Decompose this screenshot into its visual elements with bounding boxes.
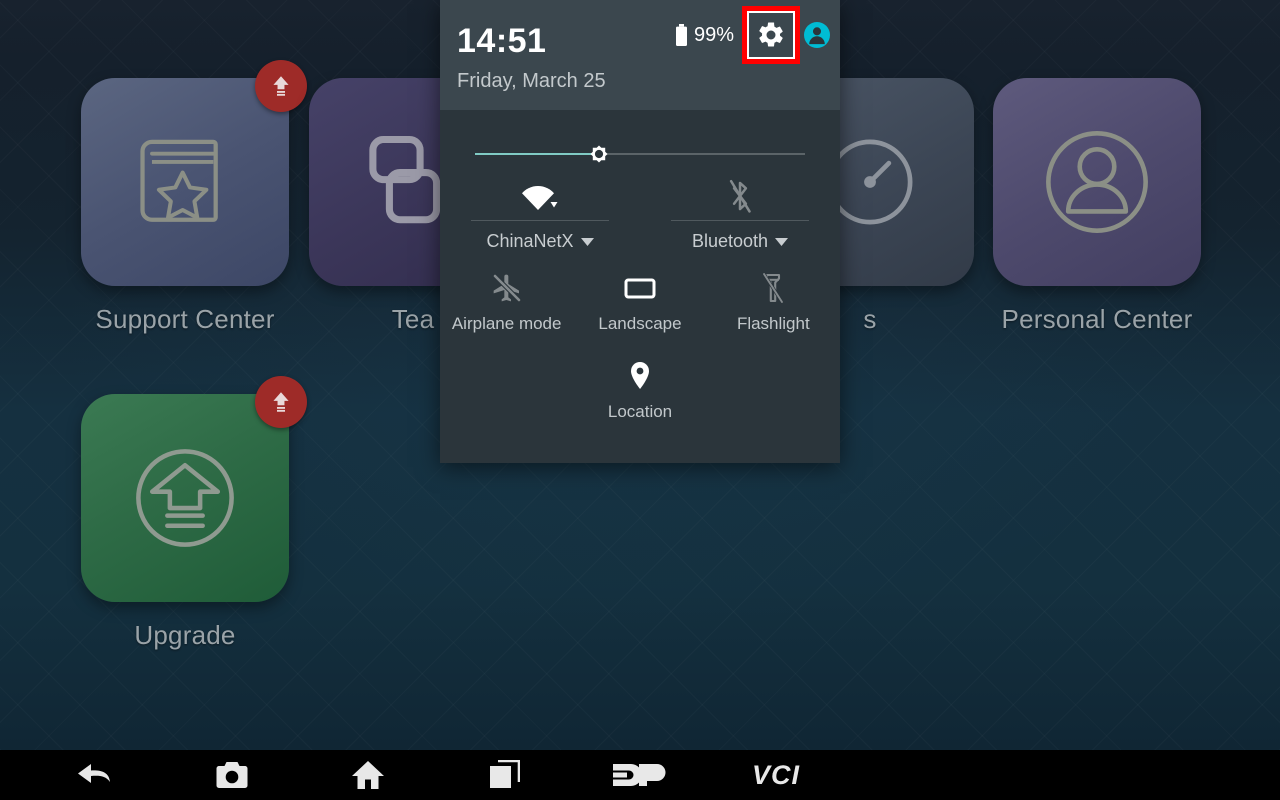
- brightness-thumb[interactable]: [587, 142, 611, 166]
- toggle-wifi-label: ChinaNetX: [486, 231, 574, 251]
- nav-recents-button[interactable]: [436, 750, 572, 800]
- app-icon-upgrade[interactable]: Upgrade: [70, 376, 307, 651]
- landscape-icon-wrap: [573, 270, 706, 306]
- back-arrow-icon: [78, 764, 110, 783]
- system-navigation-bar: VCI: [0, 750, 1280, 800]
- user-avatar-icon: [804, 22, 830, 48]
- toggle-flashlight[interactable]: Flashlight: [707, 270, 840, 342]
- dp-logo[interactable]: [572, 750, 708, 800]
- clock-time: 14:51: [457, 22, 547, 60]
- book-star-icon: [140, 139, 218, 222]
- location-icon-wrap: [440, 358, 840, 394]
- battery-status: 99%: [675, 24, 734, 47]
- nav-home-button[interactable]: [300, 750, 436, 800]
- toggle-landscape[interactable]: Landscape: [573, 270, 706, 342]
- toggle-location[interactable]: Location: [440, 358, 840, 430]
- brightness-fill: [475, 153, 599, 155]
- nav-screenshot-button[interactable]: [164, 750, 300, 800]
- toggle-airplane-mode[interactable]: Airplane mode: [440, 270, 573, 342]
- toggle-bluetooth[interactable]: Bluetooth: [640, 172, 840, 257]
- vci-logo[interactable]: VCI: [708, 750, 844, 800]
- airplane-off-icon: [492, 273, 521, 303]
- person-circle-icon: [1046, 131, 1148, 233]
- app-icon-personal-center[interactable]: Personal Center: [982, 78, 1212, 335]
- upload-circle-icon: [136, 449, 234, 547]
- chevron-down-icon: [580, 237, 594, 246]
- vci-logo-text: VCI: [751, 759, 800, 790]
- app-tile-personal-center[interactable]: [993, 78, 1201, 286]
- wifi-icon: [522, 186, 558, 210]
- bluetooth-icon-wrap: [640, 172, 840, 220]
- chevron-down-icon: [775, 237, 789, 246]
- app-icon-support-center[interactable]: Support Center: [70, 60, 307, 335]
- toggle-bluetooth-label-row[interactable]: Bluetooth: [640, 231, 840, 252]
- battery-full-icon: [675, 24, 687, 46]
- location-pin-icon: [631, 362, 649, 389]
- app-label-personal-center: Personal Center: [1001, 304, 1193, 334]
- brightness-slider[interactable]: [475, 142, 805, 166]
- toggle-divider: [671, 220, 809, 221]
- camera-icon: [216, 762, 248, 788]
- app-tile-upgrade[interactable]: [81, 376, 307, 602]
- upload-arrow-icon: [273, 392, 289, 412]
- airplane-icon-wrap: [440, 270, 573, 306]
- toggle-wifi-label-row[interactable]: ChinaNetX: [440, 231, 640, 252]
- home-icon: [352, 761, 384, 789]
- toggle-location-label: Location: [607, 402, 673, 421]
- user-avatar-button[interactable]: [804, 22, 830, 48]
- app-tile-support-center[interactable]: [81, 60, 307, 286]
- quick-settings-small-toggles-row-1: Airplane mode Landscape Flashlight: [440, 270, 840, 342]
- status-row: 99%: [675, 6, 830, 64]
- toggle-wifi[interactable]: ChinaNetX: [440, 172, 640, 257]
- toggle-bluetooth-label: Bluetooth: [691, 231, 769, 251]
- battery-percent-label: 99%: [693, 23, 734, 46]
- landscape-icon: [624, 278, 656, 299]
- toggle-airplane-mode-label: Airplane mode: [451, 314, 562, 333]
- upgrade-badge-upgrade[interactable]: [255, 376, 307, 428]
- quick-settings-large-toggles: ChinaNetX Bluetooth: [440, 172, 840, 257]
- bluetooth-off-icon: [729, 179, 751, 213]
- dp-logo-icon: [613, 764, 666, 786]
- quick-settings-header: 99% 14:51 Friday, March 25: [440, 0, 840, 110]
- settings-button[interactable]: [742, 6, 800, 64]
- flashlight-off-icon: [762, 272, 785, 304]
- toggle-flashlight-label: Flashlight: [736, 314, 810, 333]
- toggle-divider: [471, 220, 609, 221]
- flashlight-icon-wrap: [707, 270, 840, 306]
- quick-settings-body: ChinaNetX Bluetooth Airplane mode Landsc…: [440, 110, 840, 463]
- toggle-landscape-label: Landscape: [598, 314, 682, 333]
- brightness-sun-icon: [590, 145, 608, 163]
- quick-settings-panel: 99% 14:51 Friday, March 25 ChinaNetX Blu…: [440, 0, 840, 463]
- gear-icon: [759, 22, 783, 47]
- wifi-icon-wrap: [440, 172, 640, 220]
- nav-back-button[interactable]: [28, 750, 164, 800]
- quick-settings-small-toggles-row-2: Location: [440, 358, 840, 430]
- upload-arrow-icon: [273, 76, 289, 96]
- clock-date: Friday, March 25: [457, 70, 606, 92]
- recent-apps-icon: [490, 760, 520, 788]
- app-label-support-center: Support Center: [95, 304, 275, 334]
- app-label-upgrade: Upgrade: [134, 620, 236, 650]
